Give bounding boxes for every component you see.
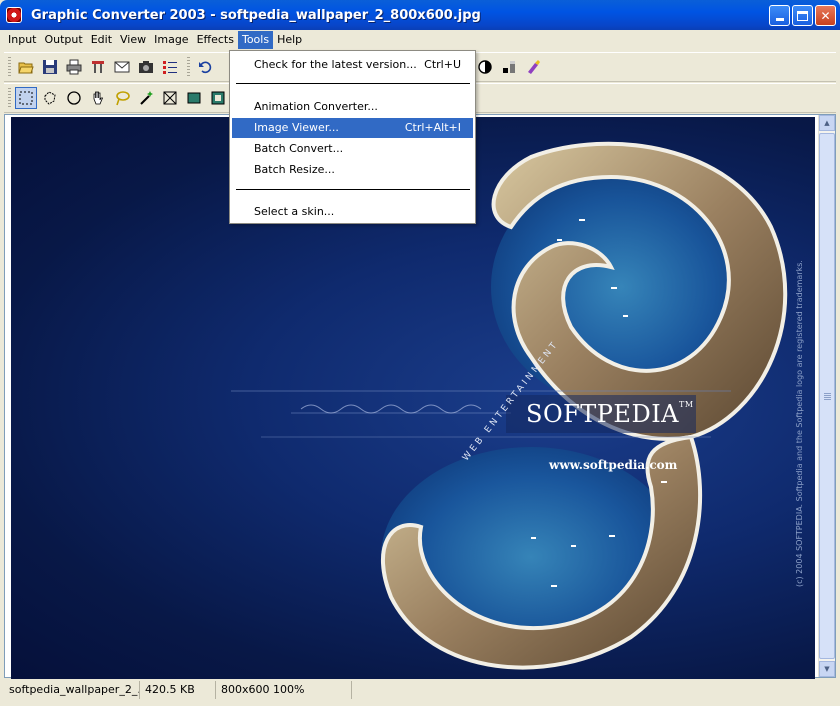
open-button[interactable] — [15, 56, 37, 78]
menu-effects[interactable]: Effects — [193, 31, 238, 49]
crop-icon — [163, 91, 177, 105]
brand-name: SOFTPEDIA — [526, 400, 679, 428]
colorize-button[interactable] — [522, 56, 544, 78]
contrast-icon — [478, 60, 492, 74]
title-bar[interactable]: Graphic Converter 2003 - softpedia_wallp… — [0, 0, 840, 30]
maximize-button[interactable] — [792, 5, 813, 26]
menuitem-animation-converter[interactable]: Animation Converter... — [232, 97, 473, 117]
menuitem-label: Animation Converter... — [254, 100, 378, 113]
menuitem-select-skin[interactable]: Select a skin... — [232, 202, 473, 222]
hand-icon — [93, 91, 104, 105]
menu-tools[interactable]: Tools — [237, 31, 274, 49]
hand-button[interactable] — [87, 87, 109, 109]
status-filename: softpedia_wallpaper_2_... — [4, 681, 140, 699]
toolbar-grip[interactable] — [8, 88, 11, 108]
status-dimensions: 800x600 100% — [216, 681, 352, 699]
menu-bar: Input Output Edit View Image Effects Too… — [4, 30, 836, 50]
arrow-down-icon: ▼ — [824, 665, 830, 673]
menuitem-label: Batch Resize... — [254, 163, 335, 176]
menuitem-label: Image Viewer... — [254, 121, 339, 134]
scan-button[interactable] — [87, 56, 109, 78]
magic-lasso-icon — [116, 91, 130, 106]
menu-image[interactable]: Image — [150, 31, 192, 49]
window-title: Graphic Converter 2003 - softpedia_wallp… — [31, 7, 481, 23]
brand-logo-text: SOFTPEDIATM — [526, 400, 694, 428]
print-icon — [66, 59, 82, 75]
toolbar-grip[interactable] — [187, 57, 190, 77]
menuitem-label: Batch Convert... — [254, 142, 344, 155]
lasso-select-button[interactable] — [39, 87, 61, 109]
envelope-icon — [114, 61, 130, 73]
undo-icon — [199, 61, 212, 74]
arrow-up-icon: ▲ — [824, 119, 830, 127]
scan-icon — [92, 61, 104, 73]
grip-icon — [823, 392, 831, 400]
menu-input[interactable]: Input — [4, 31, 40, 49]
copyright-notice: (c) 2004 SOFTPEDIA. Softpedia and the So… — [795, 260, 804, 587]
menu-output[interactable]: Output — [40, 31, 86, 49]
ellipse-button[interactable] — [63, 87, 85, 109]
menuitem-image-viewer[interactable]: Image Viewer... Ctrl+Alt+I — [232, 118, 473, 138]
menuitem-shortcut: Ctrl+Alt+I — [404, 121, 461, 134]
scroll-thumb[interactable] — [819, 133, 835, 659]
list-icon — [163, 61, 177, 74]
status-filesize: 420.5 KB — [140, 681, 216, 699]
open-folder-icon — [18, 62, 34, 74]
minimize-icon — [775, 18, 784, 21]
frame-icon — [211, 91, 225, 105]
menuitem-batch-resize[interactable]: Batch Resize... — [232, 160, 473, 180]
magic-wand-button[interactable] — [135, 87, 157, 109]
menuitem-check-update[interactable]: Check for the latest version... Ctrl+U — [232, 55, 473, 75]
menu-view[interactable]: View — [116, 31, 150, 49]
crop-button[interactable] — [159, 87, 181, 109]
camera-icon — [139, 61, 153, 73]
fill-rect-button[interactable] — [183, 87, 205, 109]
frame-button[interactable] — [207, 87, 229, 109]
menuitem-label: Check for the latest version... — [254, 58, 417, 71]
status-empty — [352, 681, 836, 699]
email-button[interactable] — [111, 56, 133, 78]
minimize-button[interactable] — [769, 5, 790, 26]
app-icon[interactable] — [6, 7, 22, 23]
scroll-up-button[interactable]: ▲ — [819, 115, 835, 131]
fill-rect-icon — [187, 92, 201, 104]
close-icon: ✕ — [820, 8, 831, 23]
menuitem-batch-convert[interactable]: Batch Convert... — [232, 139, 473, 159]
vertical-scrollbar[interactable]: ▲ ▼ — [818, 115, 835, 677]
menu-separator — [236, 83, 470, 84]
ellipse-icon — [67, 91, 81, 105]
trademark-mark: TM — [679, 400, 694, 409]
menu-edit[interactable]: Edit — [87, 31, 116, 49]
save-button[interactable] — [39, 56, 61, 78]
magic-wand-icon — [140, 91, 153, 105]
window-controls: ✕ — [769, 5, 836, 26]
rect-select-button[interactable] — [15, 87, 37, 109]
toolbar-grip[interactable] — [8, 57, 11, 77]
menuitem-shortcut: Ctrl+U — [424, 58, 461, 71]
rect-select-icon — [19, 91, 33, 105]
maximize-icon — [797, 10, 808, 21]
save-disk-icon — [43, 60, 57, 74]
menu-separator — [236, 189, 470, 190]
scroll-down-button[interactable]: ▼ — [819, 661, 835, 677]
list-button[interactable] — [159, 56, 181, 78]
brand-url: www.softpedia.com — [549, 458, 678, 472]
magic-lasso-button[interactable] — [111, 87, 133, 109]
grayscale-button[interactable] — [498, 56, 520, 78]
lasso-select-icon — [44, 91, 56, 105]
close-button[interactable]: ✕ — [815, 5, 836, 26]
grayscale-icon — [503, 61, 515, 73]
paint-brush-icon — [528, 60, 540, 74]
print-button[interactable] — [63, 56, 85, 78]
undo-button[interactable] — [194, 56, 216, 78]
tools-dropdown-menu: Check for the latest version... Ctrl+U A… — [229, 50, 476, 224]
menu-help[interactable]: Help — [273, 31, 306, 49]
contrast-button[interactable] — [474, 56, 496, 78]
menuitem-label: Select a skin... — [254, 205, 335, 218]
capture-button[interactable] — [135, 56, 157, 78]
status-bar: softpedia_wallpaper_2_... 420.5 KB 800x6… — [4, 680, 836, 700]
